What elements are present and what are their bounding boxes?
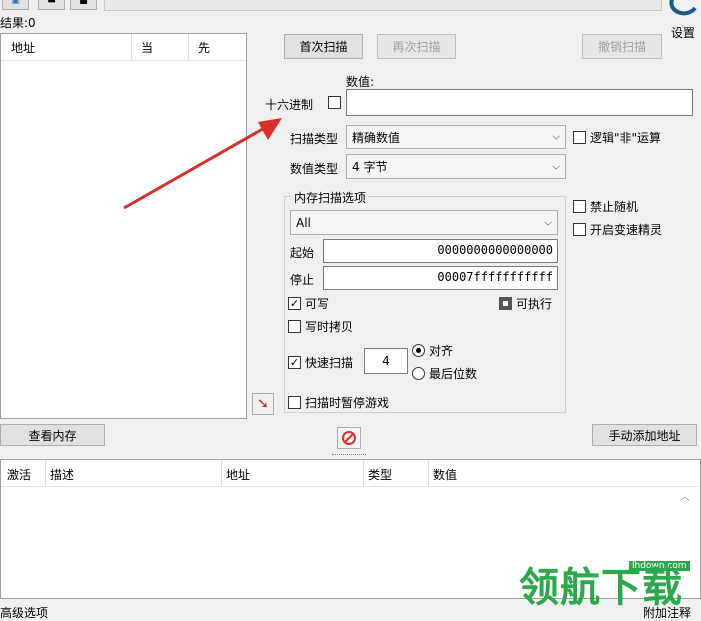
pointer-scan-button[interactable]: ➘	[252, 393, 274, 415]
process-title-bar	[104, 0, 662, 11]
save-icon: ■	[79, 0, 88, 6]
stop-label: 停止	[290, 273, 315, 287]
column-current[interactable]: 当	[141, 39, 153, 56]
fast-scan-alignment-input[interactable]: 4	[364, 348, 408, 374]
open-process-button[interactable]: ▣	[2, 0, 29, 10]
memory-region-value: All	[296, 215, 311, 230]
column-active[interactable]: 激活	[7, 466, 31, 483]
annotation-arrow	[123, 118, 282, 210]
value-type-select[interactable]: 4 字节 ⌵	[346, 154, 566, 179]
start-address-value: 0000000000000000	[437, 243, 553, 257]
value-type-value: 4 字节	[352, 160, 388, 174]
chevron-down-icon: ⌵	[544, 217, 552, 228]
scan-type-label: 扫描类型	[290, 132, 339, 146]
fast-scan-alignment-value: 4	[382, 354, 390, 368]
hex-label: 十六进制	[265, 98, 314, 112]
column-value[interactable]: 数值	[433, 466, 457, 483]
toolbar: ▣ ▬ ■	[0, 0, 701, 13]
executable-checkbox[interactable]	[499, 297, 512, 310]
folder-icon: ▬	[47, 0, 56, 6]
align-radio[interactable]	[412, 344, 425, 357]
column-description[interactable]: 描述	[50, 466, 74, 483]
value-label: 数值:	[346, 75, 375, 89]
writable-label: 可写	[305, 297, 330, 311]
disable-random-label: 禁止随机	[590, 200, 639, 214]
next-scan-button[interactable]: 再次扫描	[377, 34, 456, 59]
memory-region-select[interactable]: All ⌵	[290, 210, 558, 235]
found-count-label: 结果:0	[0, 16, 36, 30]
pause-game-checkbox[interactable]	[288, 396, 301, 409]
stop-address-input[interactable]: 00007fffffffffff	[323, 266, 558, 290]
last-digits-radio[interactable]	[412, 367, 425, 380]
not-checkbox[interactable]	[573, 131, 586, 144]
scan-type-value: 精确数值	[352, 130, 401, 145]
scan-type-select[interactable]: 精确数值 ⌵	[346, 125, 566, 149]
scrollbar-up-icon[interactable]: ︿	[680, 488, 690, 503]
settings-label[interactable]: 设置	[671, 24, 695, 41]
pause-game-label: 扫描时暂停游戏	[305, 396, 390, 410]
open-file-button[interactable]: ▬	[38, 0, 65, 10]
watermark: lhdown.com 领航下载	[505, 558, 701, 613]
speedhack-checkbox[interactable]	[573, 223, 586, 236]
value-input[interactable]	[346, 89, 693, 116]
column-address[interactable]: 地址	[226, 466, 250, 483]
pointer-arrow-icon: ➘	[257, 396, 269, 412]
fast-scan-checkbox[interactable]	[288, 356, 301, 369]
align-label: 对齐	[429, 344, 454, 358]
disable-random-checkbox[interactable]	[573, 200, 586, 213]
start-label: 起始	[290, 246, 315, 260]
address-list-header: 激活 描述 地址 类型 数值	[1, 460, 700, 487]
save-file-button[interactable]: ■	[70, 0, 97, 10]
stop-icon[interactable]	[337, 427, 361, 449]
results-table-header: 地址 当 先	[1, 34, 246, 61]
not-label: 逻辑"非"运算	[590, 131, 662, 145]
chevron-down-icon: ⌵	[552, 131, 560, 143]
view-memory-button[interactable]: 查看内存	[0, 424, 105, 446]
splitter[interactable]	[332, 454, 366, 458]
column-previous[interactable]: 先	[198, 39, 210, 56]
value-type-label: 数值类型	[290, 162, 339, 176]
computer-icon: ▣	[11, 0, 20, 6]
executable-label: 可执行	[516, 297, 553, 311]
fast-scan-label: 快速扫描	[305, 356, 354, 370]
last-digits-label: 最后位数	[429, 367, 478, 381]
copy-on-write-checkbox[interactable]	[288, 320, 301, 333]
watermark-text: 领航下载	[519, 565, 683, 611]
speedhack-label: 开启变速精灵	[590, 223, 663, 237]
stop-address-value: 00007fffffffffff	[437, 270, 553, 284]
copy-on-write-label: 写时拷贝	[305, 320, 354, 334]
column-type[interactable]: 类型	[368, 466, 392, 483]
column-address[interactable]: 地址	[11, 39, 35, 56]
hex-checkbox[interactable]	[328, 96, 341, 109]
results-table[interactable]: 地址 当 先	[0, 33, 247, 419]
add-address-button[interactable]: 手动添加地址	[592, 424, 697, 446]
settings-icon[interactable]	[669, 0, 699, 16]
chevron-down-icon: ⌵	[552, 161, 560, 172]
first-scan-button[interactable]: 首次扫描	[284, 34, 363, 59]
writable-checkbox[interactable]	[288, 297, 301, 310]
start-address-input[interactable]: 0000000000000000	[323, 239, 558, 263]
memory-scan-options-title: 内存扫描选项	[292, 189, 369, 206]
undo-scan-button[interactable]: 撤销扫描	[582, 34, 662, 59]
